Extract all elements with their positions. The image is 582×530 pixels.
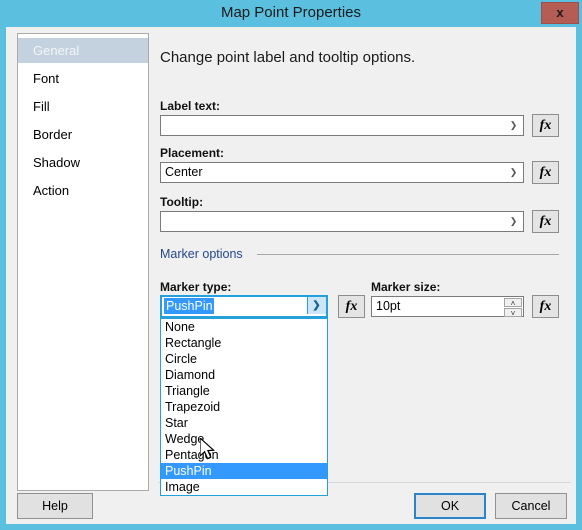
marker-type-expression-button[interactable]: fx bbox=[338, 295, 365, 318]
fx-icon: fx bbox=[539, 165, 552, 180]
chevron-down-icon[interactable]: ❯ bbox=[505, 164, 522, 181]
label-text-expression-button[interactable]: fx bbox=[532, 114, 559, 137]
placement-value: Center bbox=[165, 165, 203, 179]
fx-icon: fx bbox=[345, 299, 358, 314]
sidebar-item-action[interactable]: Action bbox=[18, 178, 148, 203]
label-text-label: Label text: bbox=[160, 99, 221, 113]
placement-label: Placement: bbox=[160, 146, 225, 160]
fx-icon: fx bbox=[539, 214, 552, 229]
chevron-down-icon[interactable]: ❯ bbox=[505, 213, 522, 230]
marker-type-option[interactable]: Wedge bbox=[161, 431, 327, 447]
marker-type-label: Marker type: bbox=[160, 280, 232, 294]
sidebar-item-border[interactable]: Border bbox=[18, 122, 148, 147]
marker-type-option[interactable]: Pentagon bbox=[161, 447, 327, 463]
marker-options-group-label: Marker options bbox=[160, 247, 249, 261]
chevron-down-icon[interactable]: ❯ bbox=[307, 297, 326, 314]
dialog-window: Map Point Properties x General Font Fill… bbox=[0, 0, 582, 530]
marker-type-option[interactable]: Circle bbox=[161, 351, 327, 367]
marker-type-select[interactable]: PushPin ❯ bbox=[160, 295, 328, 318]
fx-icon: fx bbox=[539, 299, 552, 314]
close-icon[interactable]: x bbox=[541, 2, 579, 24]
general-settings-pane: Change point label and tooltip options. … bbox=[149, 27, 576, 524]
help-button[interactable]: Help bbox=[17, 493, 93, 519]
sidebar-item-fill[interactable]: Fill bbox=[18, 94, 148, 119]
dialog-title: Map Point Properties bbox=[220, 4, 362, 21]
placement-expression-button[interactable]: fx bbox=[532, 161, 559, 184]
marker-type-option[interactable]: Triangle bbox=[161, 383, 327, 399]
category-sidebar: General Font Fill Border Shadow Action bbox=[17, 33, 149, 491]
dialog-client-area: General Font Fill Border Shadow Action C… bbox=[6, 27, 576, 524]
marker-size-expression-button[interactable]: fx bbox=[532, 295, 559, 318]
fx-icon: fx bbox=[539, 118, 552, 133]
sidebar-item-general[interactable]: General bbox=[18, 38, 148, 63]
marker-type-option[interactable]: Image bbox=[161, 479, 327, 495]
group-divider bbox=[257, 254, 559, 255]
marker-size-value: 10pt bbox=[376, 299, 401, 313]
marker-type-option[interactable]: Trapezoid bbox=[161, 399, 327, 415]
stepper-up-icon[interactable]: ˄ bbox=[504, 298, 522, 308]
sidebar-item-font[interactable]: Font bbox=[18, 66, 148, 91]
ok-button[interactable]: OK bbox=[414, 493, 486, 519]
marker-type-option[interactable]: PushPin bbox=[161, 463, 327, 479]
tooltip-label: Tooltip: bbox=[160, 195, 204, 209]
marker-size-input[interactable]: 10pt ˄ ˅ bbox=[371, 296, 524, 318]
marker-size-stepper[interactable]: ˄ ˅ bbox=[504, 298, 522, 318]
sidebar-item-shadow[interactable]: Shadow bbox=[18, 150, 148, 175]
tooltip-expression-button[interactable]: fx bbox=[532, 210, 559, 233]
chevron-down-icon[interactable]: ❯ bbox=[505, 117, 522, 134]
label-text-input[interactable]: ❯ bbox=[160, 115, 524, 136]
marker-type-option[interactable]: None bbox=[161, 319, 327, 335]
marker-type-option-list[interactable]: None Rectangle Circle Diamond Triangle Trapez… bbox=[160, 318, 328, 496]
marker-type-value: PushPin bbox=[164, 298, 214, 314]
pane-heading: Change point label and tooltip options. bbox=[160, 49, 416, 66]
cancel-button[interactable]: Cancel bbox=[495, 493, 567, 519]
stepper-down-icon[interactable]: ˅ bbox=[504, 308, 522, 318]
tooltip-input[interactable]: ❯ bbox=[160, 211, 524, 232]
marker-size-label: Marker size: bbox=[371, 280, 441, 294]
marker-type-option[interactable]: Diamond bbox=[161, 367, 327, 383]
marker-type-option[interactable]: Star bbox=[161, 415, 327, 431]
title-bar: Map Point Properties x bbox=[0, 0, 582, 27]
placement-select[interactable]: Center ❯ bbox=[160, 162, 524, 183]
marker-type-option[interactable]: Rectangle bbox=[161, 335, 327, 351]
